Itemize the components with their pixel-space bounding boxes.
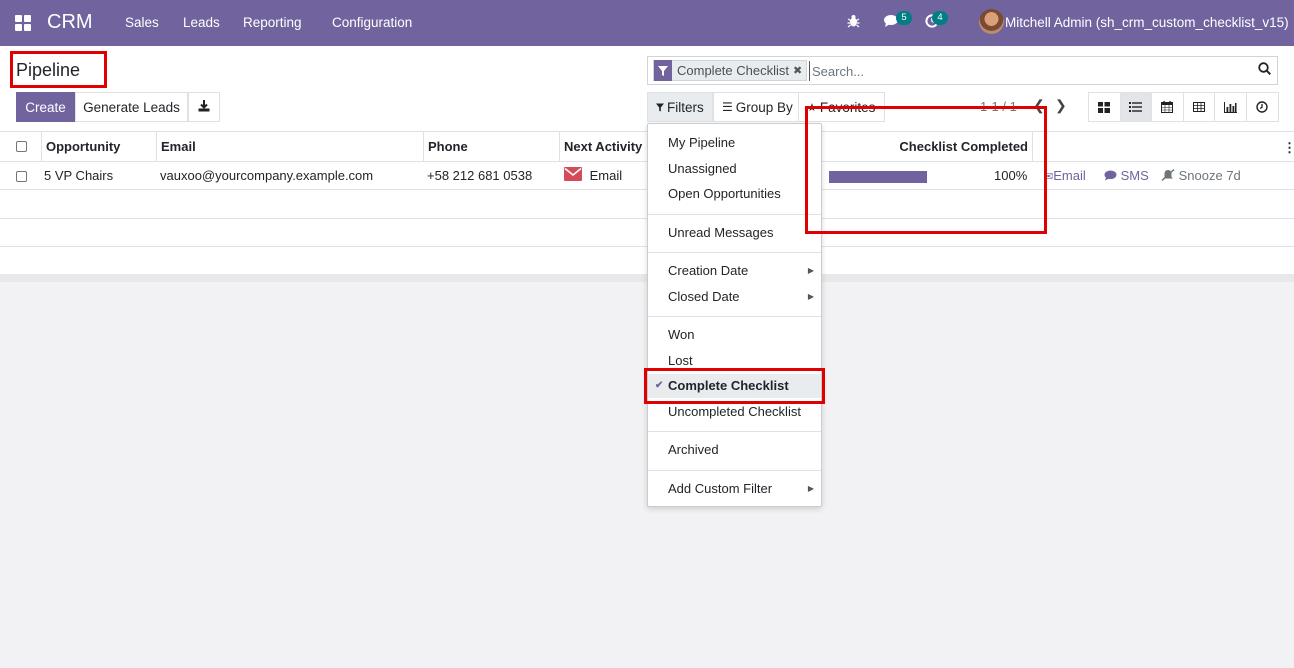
action-sms-label: SMS (1120, 168, 1149, 183)
column-opportunity[interactable]: Opportunity (41, 132, 157, 162)
filter-complete-checklist-label: Complete Checklist (668, 378, 789, 393)
export-button[interactable] (188, 92, 220, 122)
caret-right-icon: ▶ (807, 266, 814, 275)
facet-label: Complete Checklist (677, 63, 789, 78)
optional-columns-icon[interactable]: ⋮ (1283, 140, 1294, 156)
snooze-bell-slash-icon (1161, 168, 1179, 183)
menu-divider (648, 431, 821, 432)
activities-count-badge: 4 (932, 11, 948, 25)
action-email[interactable]: ✉Email (1040, 162, 1086, 190)
generate-leads-button[interactable]: Generate Leads (75, 92, 188, 122)
filter-icon (654, 60, 672, 81)
app-title[interactable]: CRM (47, 11, 93, 34)
menu-reporting[interactable]: Reporting (243, 15, 302, 30)
column-email[interactable]: Email (157, 132, 424, 162)
filter-creation-date[interactable]: Creation Date ▶ (648, 259, 821, 283)
remove-facet-icon[interactable]: ✖ (793, 64, 806, 77)
cell-next-activity[interactable]: Email (560, 162, 622, 190)
filter-uncompleted-checklist[interactable]: Uncompleted Checklist (648, 400, 821, 424)
user-avatar[interactable] (979, 9, 1004, 34)
menu-divider (648, 470, 821, 471)
favorites-label: Favorites (819, 99, 876, 115)
menu-leads[interactable]: Leads (183, 15, 220, 30)
group-by-label: Group By (735, 99, 793, 115)
filters-label: Filters (667, 99, 704, 115)
menu-divider (648, 316, 821, 317)
filter-open-opportunities[interactable]: Open Opportunities (648, 182, 821, 206)
filter-complete-checklist[interactable]: ✔ Complete Checklist (648, 374, 821, 398)
row-checkbox[interactable] (16, 171, 27, 182)
filter-closed-date[interactable]: Closed Date ▶ (648, 285, 821, 309)
menu-configuration[interactable]: Configuration (332, 15, 412, 30)
graph-view-icon[interactable] (1215, 93, 1247, 121)
search-input[interactable] (809, 61, 1239, 81)
filters-dropdown: My Pipeline Unassigned Open Opportunitie… (647, 123, 822, 507)
create-button[interactable]: Create (16, 92, 75, 122)
kanban-view-icon[interactable] (1089, 93, 1121, 121)
column-checklist-completed[interactable]: Checklist Completed (822, 132, 1033, 162)
user-menu[interactable]: Mitchell Admin (sh_crm_custom_checklist_… (1005, 15, 1289, 30)
pivot-view-icon[interactable] (1183, 93, 1215, 121)
sms-bubble-icon (1104, 168, 1121, 183)
calendar-view-icon[interactable] (1152, 93, 1184, 121)
pager-value[interactable]: 1-1 / 1 (980, 99, 1017, 114)
caret-right-icon: ▶ (807, 484, 814, 493)
envelope-icon: ✉ (1044, 171, 1054, 183)
filter-closed-date-label: Closed Date (668, 289, 740, 304)
filter-unassigned[interactable]: Unassigned (648, 157, 821, 181)
group-by-bars-icon: ☰ (722, 100, 733, 114)
search-icon[interactable] (1258, 62, 1272, 78)
view-switcher (1088, 92, 1279, 122)
menu-divider (648, 214, 821, 215)
filter-creation-date-label: Creation Date (668, 263, 749, 278)
action-snooze-label: Snooze 7d (1178, 168, 1241, 183)
next-activity-label: Email (589, 168, 623, 183)
menu-sales[interactable]: Sales (125, 15, 159, 30)
filter-funnel-icon (656, 100, 664, 115)
select-all-checkbox[interactable] (16, 141, 27, 152)
debug-bug-icon[interactable] (847, 14, 860, 32)
action-sms[interactable]: SMS (1100, 162, 1149, 190)
action-email-label: Email (1053, 168, 1086, 183)
cell-email: vauxoo@yourcompany.example.com (160, 168, 374, 183)
page-title: Pipeline (16, 60, 81, 80)
filter-archived[interactable]: Archived (648, 438, 821, 462)
group-by-toggle[interactable]: ☰ Group By (713, 92, 802, 122)
caret-right-icon: ▶ (807, 292, 814, 301)
activity-view-icon[interactable] (1246, 93, 1278, 121)
action-snooze[interactable]: Snooze 7d (1157, 162, 1241, 190)
pager-next-icon[interactable]: ❯ (1055, 97, 1067, 114)
email-activity-icon (564, 163, 582, 191)
cell-checklist-percent: 100% (994, 168, 1028, 183)
add-custom-filter[interactable]: Add Custom Filter ▶ (648, 477, 821, 501)
pager-previous-icon[interactable]: ❮ (1033, 97, 1045, 114)
control-panel: Pipeline Create Generate Leads Complete … (0, 46, 1294, 132)
cell-phone: +58 212 681 0538 (427, 168, 533, 183)
star-icon: ★ (807, 101, 817, 114)
checkmark-icon: ✔ (655, 380, 664, 391)
filter-lost[interactable]: Lost (648, 349, 821, 373)
filter-won[interactable]: Won (648, 323, 821, 347)
search-facet: Complete Checklist ✖ (653, 60, 808, 81)
filter-my-pipeline[interactable]: My Pipeline (648, 131, 821, 155)
top-navbar: CRM Sales Leads Reporting Configuration … (0, 0, 1294, 46)
column-phone[interactable]: Phone (424, 132, 560, 162)
filter-unread-messages[interactable]: Unread Messages (648, 221, 821, 245)
add-custom-filter-label: Add Custom Filter (668, 481, 773, 496)
apps-menu-icon[interactable] (15, 15, 32, 31)
filters-toggle[interactable]: Filters (647, 92, 713, 122)
messages-count-badge: 5 (896, 11, 912, 25)
cell-opportunity: 5 VP Chairs (44, 168, 114, 183)
list-view-icon[interactable] (1120, 93, 1152, 121)
menu-divider (648, 252, 821, 253)
download-icon (198, 99, 210, 115)
search-bar: Complete Checklist ✖ (647, 56, 1278, 85)
checklist-progress-bar (829, 171, 927, 183)
favorites-toggle[interactable]: ★ Favorites (798, 92, 885, 122)
